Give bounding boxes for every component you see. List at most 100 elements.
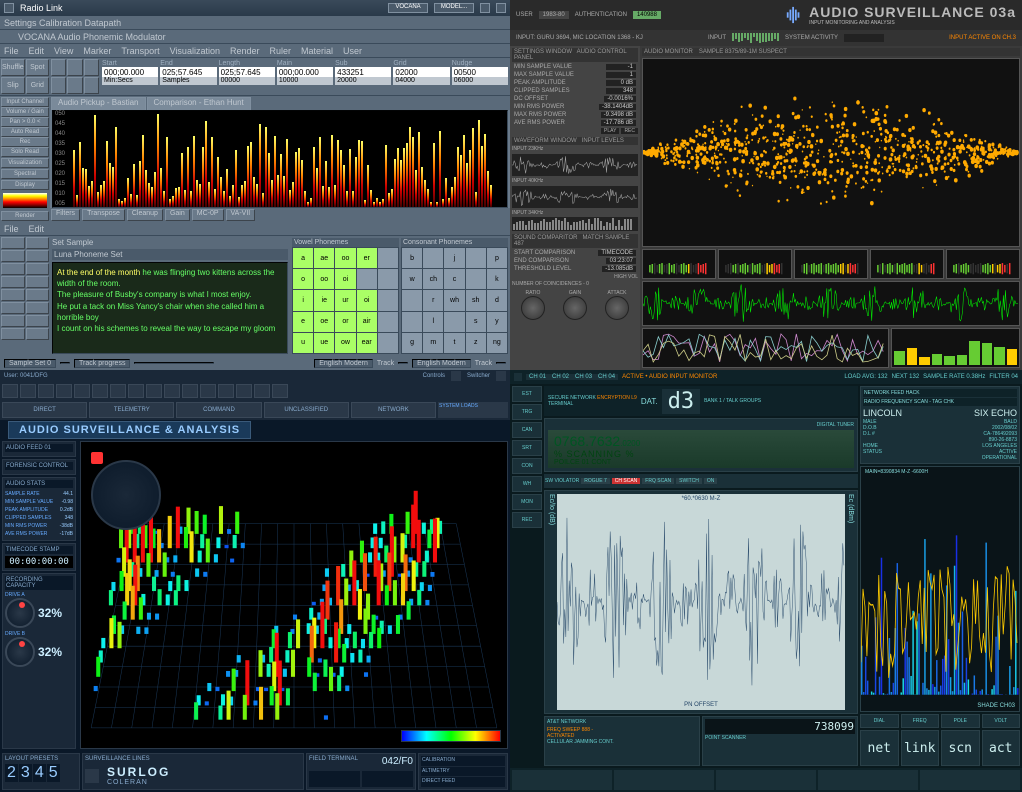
phoneme-l[interactable]: l (423, 312, 443, 332)
phoneme-[interactable] (466, 269, 486, 289)
close-icon[interactable] (496, 3, 506, 13)
side-btn-mon[interactable]: MON (512, 494, 542, 510)
phoneme-oi[interactable]: oi (357, 290, 377, 310)
phoneme-ue[interactable]: ue (314, 333, 334, 353)
tf-value[interactable]: 433251 (335, 67, 391, 77)
phoneme-[interactable] (357, 269, 377, 289)
phoneme-[interactable] (378, 290, 398, 310)
menu-file[interactable]: File (4, 46, 19, 56)
fx-mc-0p[interactable]: MC-0P (192, 209, 224, 221)
controls-icon[interactable] (451, 371, 461, 381)
ch-scan-button[interactable]: CH SCAN (612, 478, 641, 484)
lower-btn-dial[interactable]: DIAL (860, 714, 899, 728)
lower-btn-freq[interactable]: FREQ (901, 714, 940, 728)
settings-links[interactable]: Settings Calibration Datapath (4, 18, 121, 28)
tool-icon[interactable] (26, 328, 50, 340)
phoneme-[interactable] (466, 248, 486, 268)
tool-icon[interactable] (26, 263, 50, 275)
toolbar-icon[interactable] (164, 384, 180, 398)
phoneme-r[interactable]: r (423, 290, 443, 310)
phoneme-t[interactable]: t (444, 333, 464, 353)
tool-icon[interactable] (67, 77, 82, 94)
toolbar-icon[interactable] (74, 384, 90, 398)
side-btn-trg[interactable]: TRG (512, 404, 542, 420)
mode-spot[interactable]: Spot (26, 59, 49, 76)
phoneme-[interactable] (378, 269, 398, 289)
scatter-plot[interactable] (642, 58, 1020, 247)
spectrogram-view[interactable]: 050045040035030025020015010005 (52, 110, 508, 208)
tab[interactable]: Comparison - Ethan Hunt (147, 97, 251, 110)
footer-panel[interactable]: CALIBRATION (421, 756, 505, 766)
menu-visualization[interactable]: Visualization (170, 46, 220, 56)
toolbar-icon[interactable] (92, 384, 108, 398)
tool-icon[interactable] (84, 77, 99, 94)
tool-icon[interactable] (1, 289, 25, 301)
phoneme-j[interactable]: j (444, 248, 464, 268)
menu-marker[interactable]: Marker (83, 46, 111, 56)
switch-button[interactable]: SWITCH (676, 478, 702, 484)
toolbar-icon[interactable] (272, 384, 288, 398)
tool-icon[interactable] (1, 302, 25, 314)
tab-unclassified[interactable]: UNCLASSIFIED (264, 402, 349, 418)
channel-tab[interactable]: CH 02 (549, 374, 572, 380)
knob-ratio[interactable] (521, 296, 545, 320)
side-input-channel[interactable]: Input Channel (1, 97, 49, 107)
preset-5[interactable]: 5 (47, 764, 60, 782)
tab-network[interactable]: NETWORK (351, 402, 436, 418)
tool-icon[interactable] (1, 263, 25, 275)
rec-button[interactable]: REC (621, 128, 638, 134)
menu-edit[interactable]: Edit (29, 224, 45, 234)
lower-btn-pole[interactable]: POLE (941, 714, 980, 728)
fx-cleanup[interactable]: Cleanup (127, 209, 163, 221)
footer-panel[interactable]: ALTIMETRY (421, 767, 505, 777)
side-btn-can[interactable]: CAN (512, 422, 542, 438)
phoneme-ie[interactable]: ie (314, 290, 334, 310)
titlebar[interactable]: Radio Link VOCANA MODEL... (0, 0, 510, 16)
side-btn-con[interactable]: CON (512, 458, 542, 474)
phoneme-z[interactable]: z (466, 333, 486, 353)
track-icon[interactable] (496, 362, 506, 364)
phoneme-[interactable] (444, 312, 464, 332)
toolbar-icon[interactable] (146, 384, 162, 398)
menu-render[interactable]: Render (230, 46, 260, 56)
tab-telemetry[interactable]: TELEMETRY (89, 402, 174, 418)
menu-ruler[interactable]: Ruler (270, 46, 292, 56)
tool-icon[interactable] (26, 315, 50, 327)
tab-command[interactable]: COMMAND (176, 402, 261, 418)
status-icon[interactable] (60, 362, 70, 364)
fx-transpose[interactable]: Transpose (82, 209, 125, 221)
phoneme-w[interactable]: w (402, 269, 422, 289)
tool-icon[interactable] (84, 59, 99, 76)
phoneme-[interactable] (378, 333, 398, 353)
phoneme-[interactable] (378, 312, 398, 332)
side-pan-[interactable]: Pan > 0.0 < (1, 117, 49, 127)
side-btn-wh[interactable]: WH (512, 476, 542, 492)
phoneme-[interactable] (423, 248, 443, 268)
channel-tab[interactable]: CH 04 (595, 374, 618, 380)
preset-2[interactable]: 2 (5, 764, 18, 782)
toolbar-icon[interactable] (236, 384, 252, 398)
side-btn-srt[interactable]: SRT (512, 440, 542, 456)
fx-gain[interactable]: Gain (165, 209, 190, 221)
phoneme-a[interactable]: a (293, 248, 313, 268)
phoneme-ear[interactable]: ear (357, 333, 377, 353)
phoneme-e[interactable]: e (293, 312, 313, 332)
drive-a-dial[interactable] (5, 598, 35, 628)
switcher-icon[interactable] (496, 371, 506, 381)
netlink-act[interactable]: act (982, 730, 1021, 766)
tool-icon[interactable] (67, 59, 82, 76)
side-rec[interactable]: Rec (1, 137, 49, 147)
knob-attack[interactable] (605, 296, 629, 320)
netlink-link[interactable]: link (901, 730, 940, 766)
toolbar-icon[interactable] (56, 384, 72, 398)
preset-3[interactable]: 3 (19, 764, 32, 782)
netlink-net[interactable]: net (860, 730, 899, 766)
tab-direct[interactable]: DIRECT (2, 402, 87, 418)
preset-4[interactable]: 4 (33, 764, 46, 782)
tool-icon[interactable] (26, 302, 50, 314)
spectrogram-3d[interactable] (80, 441, 508, 749)
rogue-button[interactable]: ROGUE 7 (581, 478, 610, 484)
spectral-button[interactable]: Spectral (1, 169, 49, 179)
side-btn-rec[interactable]: REC (512, 512, 542, 528)
menu-edit[interactable]: Edit (29, 46, 45, 56)
